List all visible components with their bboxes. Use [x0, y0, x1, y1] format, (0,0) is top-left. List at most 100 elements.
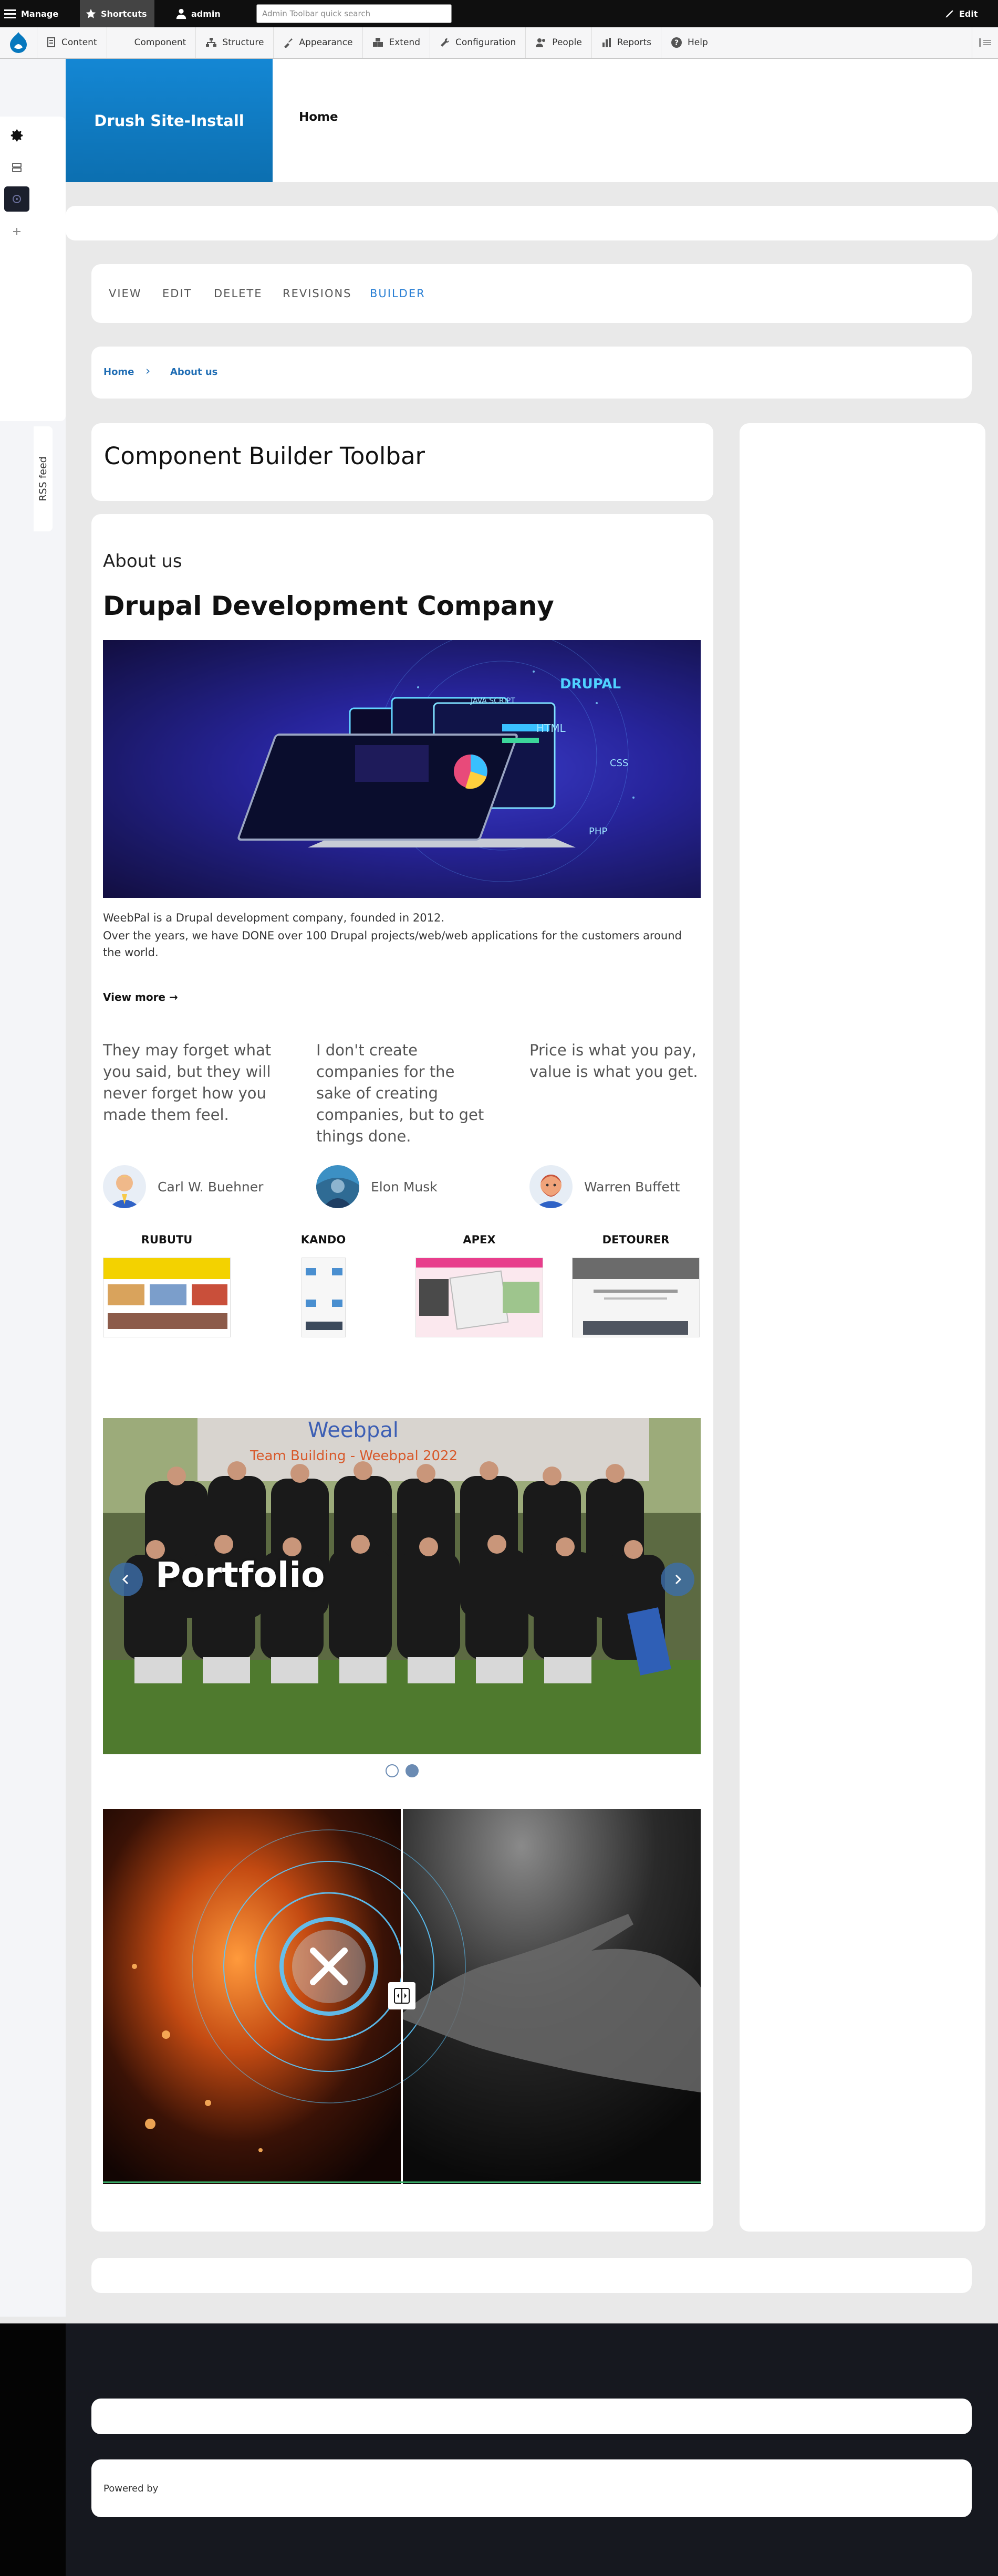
menu-structure-label: Structure [222, 37, 264, 48]
menu-help-label: Help [688, 37, 708, 48]
footer-region [91, 2399, 972, 2434]
banner-text: Team Building - Weebpal 2022 [250, 1448, 458, 1464]
menu-extend[interactable]: Extend [362, 27, 430, 58]
project-card-rubutu[interactable]: RUBUTU [103, 1233, 231, 1337]
project-screenshot [103, 1258, 231, 1337]
edit-mode-button[interactable]: Edit [944, 0, 978, 27]
toolbar-search-input[interactable] [256, 4, 452, 23]
tab-delete[interactable]: DELETE [214, 287, 263, 300]
left-sidebar: RSS feed [0, 59, 66, 2317]
gear-icon [11, 129, 23, 142]
layers-icon [12, 163, 22, 172]
menu-help[interactable]: ? Help [661, 27, 718, 58]
menu-appearance-label: Appearance [299, 37, 353, 48]
project-screenshot [415, 1258, 543, 1337]
menu-configuration-label: Configuration [455, 37, 516, 48]
menu-component[interactable]: Component [106, 27, 196, 58]
page-title-block: Component Builder Toolbar [91, 423, 713, 501]
chevron-left-icon [122, 1574, 129, 1585]
main-content: About us Drupal Development Company DRUP… [91, 514, 713, 2232]
breadcrumb-home[interactable]: Home [103, 366, 134, 378]
page-title: Component Builder Toolbar [104, 442, 425, 470]
rss-feed-tab[interactable]: RSS feed [34, 426, 53, 531]
tray-orientation-toggle[interactable] [972, 27, 998, 58]
tab-revisions[interactable]: REVISIONS [283, 287, 352, 300]
footer-side [0, 2323, 66, 2576]
people-icon [536, 38, 546, 47]
slider-next-button[interactable] [661, 1563, 694, 1596]
add-button[interactable] [4, 219, 29, 244]
project-card-detourer[interactable]: DETOURER [572, 1233, 700, 1337]
quote-author-name: Warren Buffett [584, 1179, 680, 1195]
image-comparison [103, 1809, 701, 2184]
menu-reports-label: Reports [617, 37, 651, 48]
breadcrumb-current[interactable]: About us [170, 366, 217, 378]
menu-reports[interactable]: Reports [591, 27, 661, 58]
manage-label: Manage [21, 8, 59, 19]
plus-icon [13, 228, 20, 235]
powered-by-text: Powered by [103, 2483, 159, 2494]
quote-text-3: Price is what you pay, value is what you… [529, 1041, 698, 1081]
tab-view[interactable]: VIEW [109, 287, 142, 300]
target-icon [13, 195, 21, 203]
project-name: RUBUTU [141, 1233, 193, 1246]
project-card-apex[interactable]: APEX [415, 1233, 543, 1337]
settings-button[interactable] [4, 123, 29, 148]
menu-extend-label: Extend [389, 37, 421, 48]
site-name[interactable]: Drush Site-Install [94, 112, 244, 130]
site-branding[interactable]: Drush Site-Install [66, 59, 273, 182]
menu-content-label: Content [61, 37, 97, 48]
reports-icon [602, 38, 611, 47]
menu-people-label: People [552, 37, 582, 48]
view-more-link[interactable]: View more → [103, 991, 178, 1003]
shortcuts-tab[interactable]: Shortcuts [80, 0, 154, 27]
quote-author-3: Warren Buffett [529, 1165, 680, 1208]
local-tasks-tabs: VIEW EDIT DELETE REVISIONS BUILDER [91, 264, 972, 323]
project-name: APEX [463, 1233, 496, 1246]
slider-dot-1[interactable] [386, 1764, 399, 1777]
main-navigation: Home [273, 59, 998, 182]
quote-author-name: Elon Musk [371, 1179, 438, 1195]
user-label: admin [191, 8, 221, 19]
svg-text:?: ? [674, 39, 679, 47]
user-icon [176, 8, 186, 19]
menu-structure[interactable]: Structure [195, 27, 273, 58]
tab-edit[interactable]: EDIT [162, 287, 192, 300]
slider-dot-2[interactable] [406, 1764, 419, 1777]
edit-label: Edit [959, 8, 978, 19]
powered-by-block: Powered by [91, 2459, 972, 2517]
banner-brand: Weebpal [308, 1418, 399, 1442]
section-label: About us [103, 551, 182, 572]
menu-appearance[interactable]: Appearance [273, 27, 362, 58]
quote-text-2: I don't create companies for the sake of… [316, 1041, 484, 1145]
project-screenshot [572, 1258, 700, 1337]
quote-author-1: Carl W. Buehner [103, 1165, 263, 1208]
company-heading: Drupal Development Company [103, 591, 554, 621]
quote-text-1: They may forget what you said, but they … [103, 1041, 272, 1124]
avatar [316, 1165, 359, 1208]
admin-menu-tray: Content Component Structure Appearance E… [0, 27, 998, 59]
components-button[interactable] [4, 186, 29, 212]
project-name: KANDO [300, 1233, 346, 1246]
menu-content[interactable]: Content [37, 27, 107, 58]
hero-css-label: CSS [610, 758, 628, 769]
wrench-icon [441, 38, 450, 47]
manage-tab[interactable]: Manage [4, 0, 58, 27]
tab-builder[interactable]: BUILDER [370, 287, 425, 300]
highlighted-region [66, 206, 998, 240]
drag-handle-icon [394, 1988, 410, 2004]
quote-author-2: Elon Musk [316, 1165, 438, 1208]
chevron-right-icon [675, 1574, 682, 1585]
menu-people[interactable]: People [525, 27, 591, 58]
hero-php-label: PHP [589, 826, 607, 837]
drupal-logo-icon[interactable] [0, 27, 37, 58]
project-name: DETOURER [602, 1233, 670, 1246]
nav-link-home[interactable]: Home [299, 110, 338, 124]
layers-button[interactable] [4, 155, 29, 180]
portfolio-slider: Weebpal Team Building - Weebpal 2022 Por… [103, 1418, 701, 1754]
slider-prev-button[interactable] [109, 1563, 143, 1596]
menu-configuration[interactable]: Configuration [430, 27, 525, 58]
user-tab[interactable]: admin [175, 0, 221, 27]
comparison-handle[interactable] [388, 1982, 415, 2009]
project-card-kando[interactable]: KANDO [259, 1233, 387, 1337]
